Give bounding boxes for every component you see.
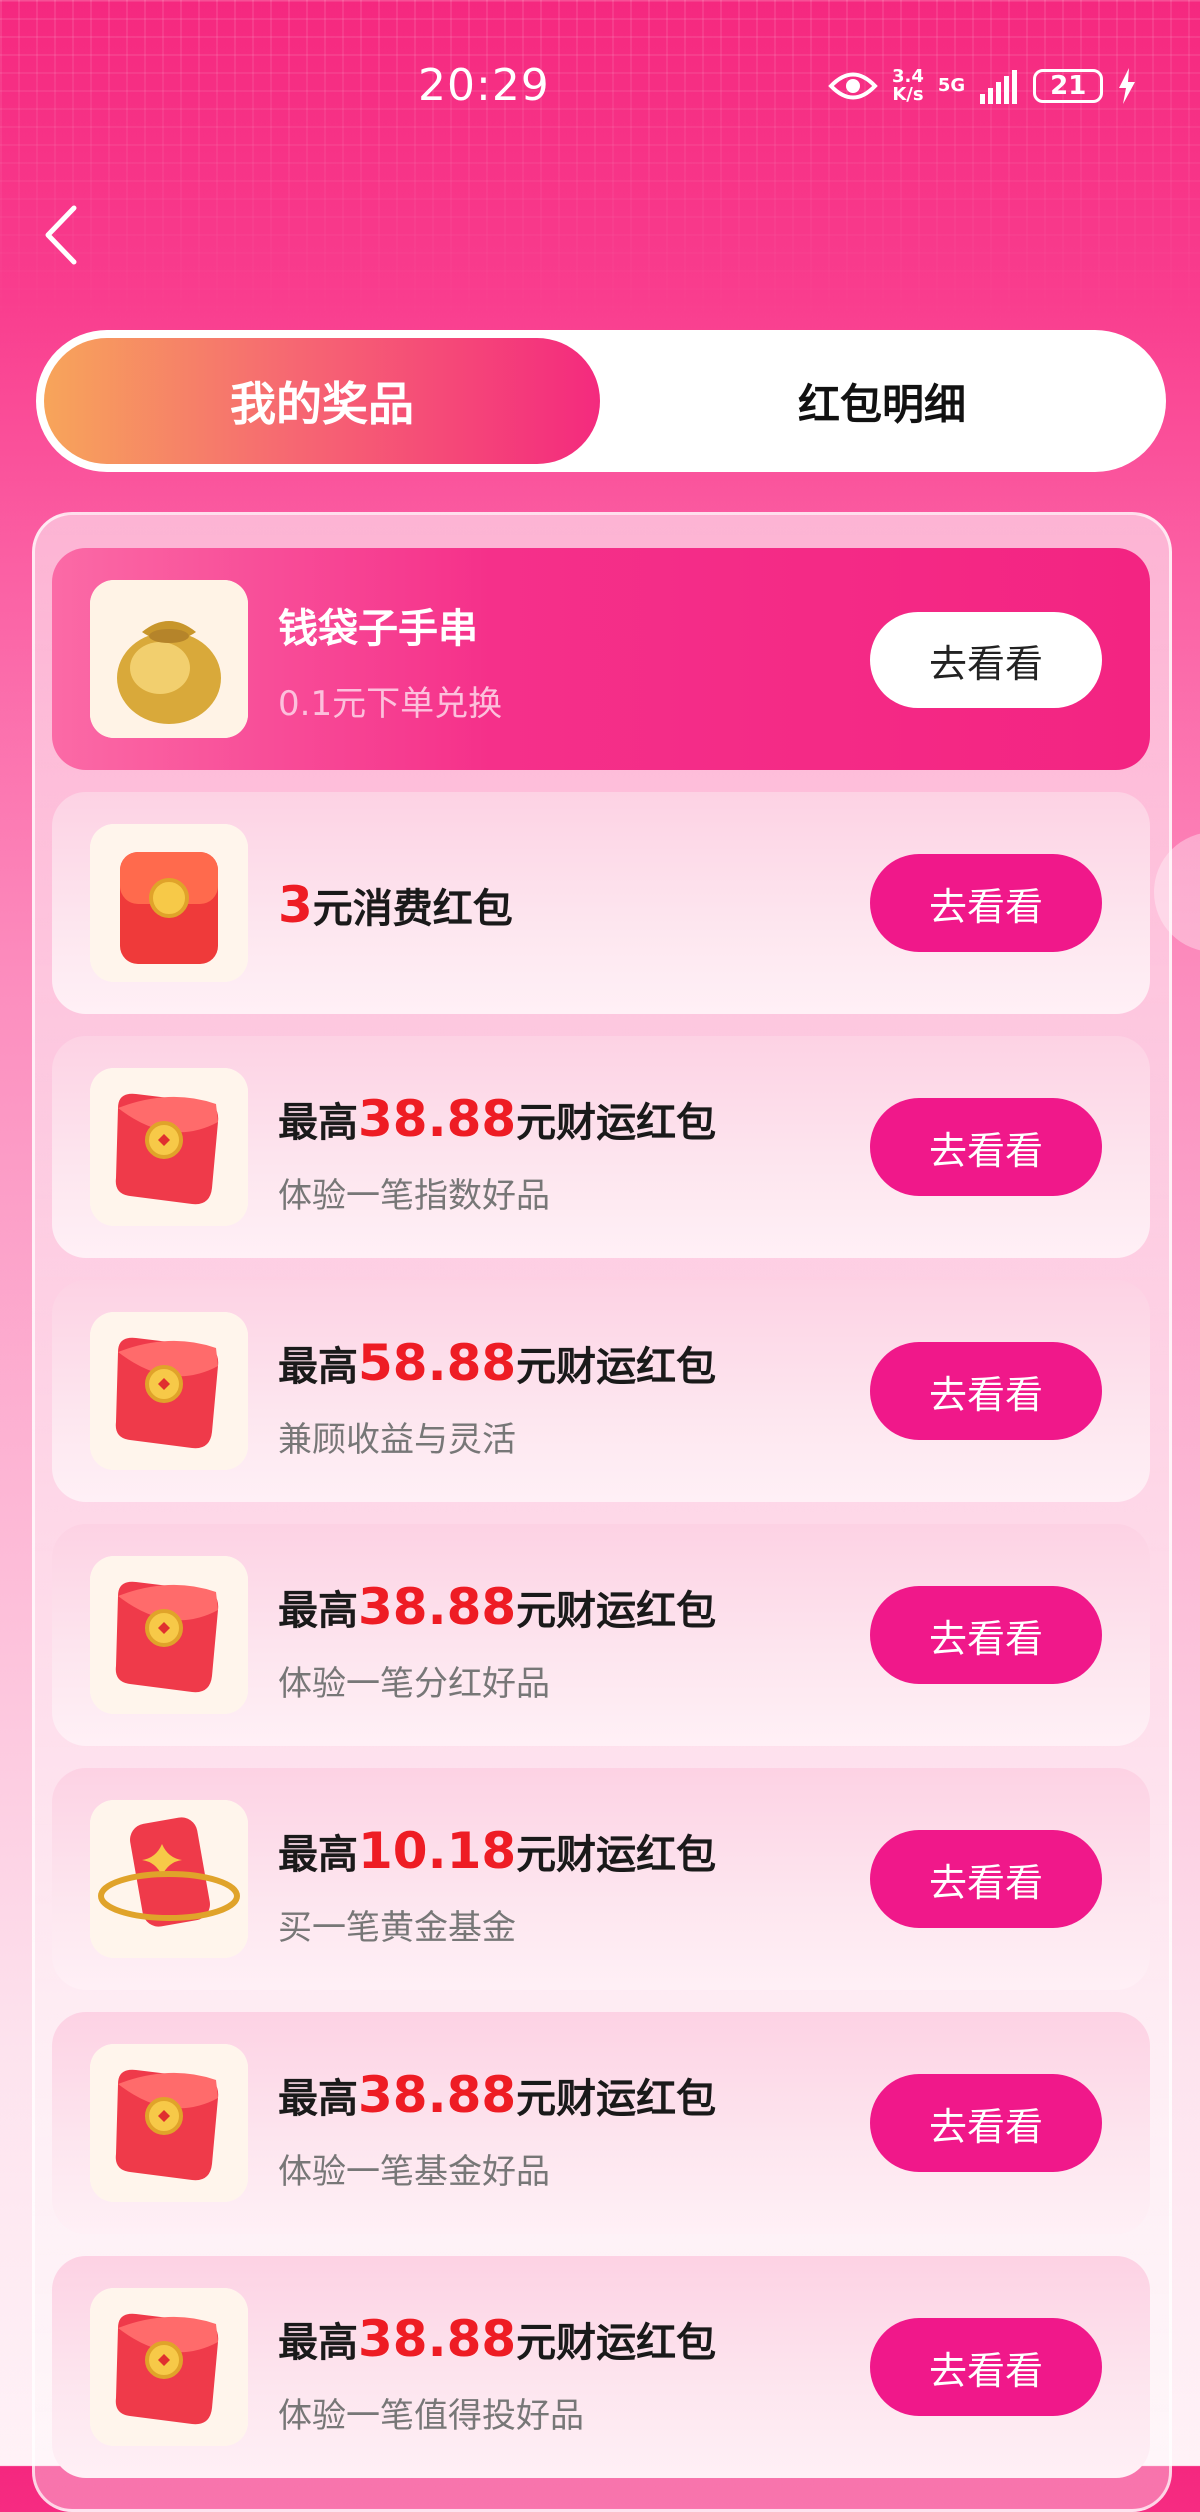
prize-title-suffix: 元财运红包 xyxy=(516,1588,717,1634)
prize-title-suffix: 元财运红包 xyxy=(516,1344,717,1390)
prize-card: 最高38.88元财运红包 体验一笔基金好品 去看看 xyxy=(52,2012,1150,2234)
charging-bolt-icon xyxy=(1119,68,1136,104)
view-button[interactable]: 去看看 xyxy=(870,2074,1102,2172)
prize-title-prefix: 最高 xyxy=(278,1588,358,1634)
tab-my-prizes[interactable]: 我的奖品 xyxy=(44,338,600,464)
prize-title-prefix: 最高 xyxy=(278,2076,358,2122)
view-button[interactable]: 去看看 xyxy=(870,2318,1102,2416)
back-button[interactable] xyxy=(40,200,90,270)
prize-title: 最高38.88元财运红包 xyxy=(278,1578,716,1636)
battery-indicator: 21 xyxy=(1033,69,1104,103)
prize-card: 最高38.88元财运红包 体验一笔值得投好品 去看看 xyxy=(52,2256,1150,2478)
view-button[interactable]: 去看看 xyxy=(870,1342,1102,1440)
network-speed-unit: K/s xyxy=(892,84,924,105)
view-button[interactable]: 去看看 xyxy=(870,1586,1102,1684)
prize-subtitle: 体验一笔指数好品 xyxy=(278,1176,550,1216)
prize-title-suffix: 元财运红包 xyxy=(516,2320,717,2366)
prize-subtitle: 买一笔黄金基金 xyxy=(278,1908,516,1948)
eye-icon xyxy=(828,72,878,100)
prize-title: 3元消费红包 xyxy=(278,876,513,934)
prize-title-suffix: 元消费红包 xyxy=(312,886,513,932)
signal-icon xyxy=(980,70,1018,104)
prize-title: 最高10.18元财运红包 xyxy=(278,1822,716,1880)
view-button[interactable]: 去看看 xyxy=(870,1098,1102,1196)
prize-card: 3元消费红包 去看看 xyxy=(52,792,1150,1014)
prize-title-prefix: 最高 xyxy=(278,1100,358,1146)
prize-title-prefix: 最高 xyxy=(278,1832,358,1878)
prize-title-prefix: 最高 xyxy=(278,1344,358,1390)
prize-title: 最高58.88元财运红包 xyxy=(278,1334,716,1392)
prize-amount: 10.18 xyxy=(358,1822,517,1880)
status-bar: 20:29 3.4 K/s 5G 21 xyxy=(0,0,1200,180)
prize-title: 最高38.88元财运红包 xyxy=(278,1090,716,1148)
network-type: 5G xyxy=(937,75,966,96)
prize-amount: 38.88 xyxy=(358,2066,517,2124)
prize-amount: 38.88 xyxy=(358,1578,517,1636)
prize-subtitle: 体验一笔分红好品 xyxy=(278,1664,550,1704)
prize-card: 最高58.88元财运红包 兼顾收益与灵活 去看看 xyxy=(52,1280,1150,1502)
tab-switcher: 我的奖品 红包明细 xyxy=(36,330,1166,472)
view-button[interactable]: 去看看 xyxy=(870,1830,1102,1928)
prize-amount: 38.88 xyxy=(358,1090,517,1148)
red-envelope-icon xyxy=(90,824,248,982)
red-envelope-icon xyxy=(90,2044,248,2202)
red-envelope-icon xyxy=(90,1068,248,1226)
network-speed: 3.4 K/s xyxy=(892,68,924,104)
money-bag-bracelet-icon xyxy=(90,580,248,738)
prize-title-suffix: 元财运红包 xyxy=(516,1832,717,1878)
prize-amount: 3 xyxy=(278,876,313,934)
red-envelope-icon xyxy=(90,1312,248,1470)
prize-subtitle: 体验一笔值得投好品 xyxy=(278,2396,584,2436)
tab-red-packet-details[interactable]: 红包明细 xyxy=(606,338,1158,464)
prize-card: 最高10.18元财运红包 买一笔黄金基金 去看看 xyxy=(52,1768,1150,1990)
prize-amount: 38.88 xyxy=(358,2310,517,2368)
prize-title-suffix: 元财运红包 xyxy=(516,2076,717,2122)
prize-title-prefix: 最高 xyxy=(278,2320,358,2366)
prize-title: 最高38.88元财运红包 xyxy=(278,2310,716,2368)
gold-ring-envelope-icon xyxy=(90,1800,248,1958)
prize-subtitle: 兼顾收益与灵活 xyxy=(278,1420,516,1460)
prize-title: 钱袋子手串 xyxy=(278,606,478,652)
prize-card: 钱袋子手串 0.1元下单兑换 去看看 xyxy=(52,548,1150,770)
view-button[interactable]: 去看看 xyxy=(870,612,1102,708)
view-button[interactable]: 去看看 xyxy=(870,854,1102,952)
prize-amount: 58.88 xyxy=(358,1334,517,1392)
prize-title: 最高38.88元财运红包 xyxy=(278,2066,716,2124)
prize-card: 最高38.88元财运红包 体验一笔指数好品 去看看 xyxy=(52,1036,1150,1258)
red-envelope-icon xyxy=(90,2288,248,2446)
prize-subtitle: 体验一笔基金好品 xyxy=(278,2152,550,2192)
status-icons: 3.4 K/s 5G 21 xyxy=(828,62,1137,110)
chevron-left-icon xyxy=(45,205,77,265)
red-envelope-icon xyxy=(90,1556,248,1714)
prize-subtitle: 0.1元下单兑换 xyxy=(278,684,503,724)
prize-card: 最高38.88元财运红包 体验一笔分红好品 去看看 xyxy=(52,1524,1150,1746)
prize-title-suffix: 元财运红包 xyxy=(516,1100,717,1146)
status-time: 20:29 xyxy=(418,60,550,111)
